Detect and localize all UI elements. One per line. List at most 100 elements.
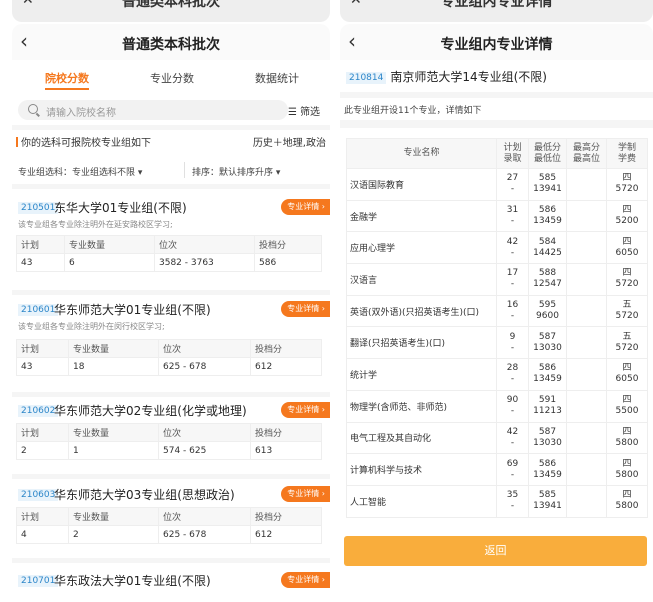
table-row: 汉语言 17-588 12547 四 5720 xyxy=(346,263,648,296)
header-count: 专业数量 xyxy=(68,507,159,526)
major-detail-button[interactable]: 专业详情 › xyxy=(281,199,330,215)
section-divider xyxy=(12,184,330,189)
major-detail-button[interactable]: 专业详情 › xyxy=(281,486,330,502)
cell-major-name: 汉语言 xyxy=(346,263,497,296)
table-row: 汉语国际教育 27-585 13941 四 5720 xyxy=(346,168,648,201)
cell-fee: 四 5800 xyxy=(606,453,648,486)
major-detail-button[interactable]: 专业详情 › xyxy=(281,572,330,588)
section-divider xyxy=(12,474,330,479)
previous-page-title: 专业组内专业详情 xyxy=(440,0,553,10)
group-name: 东华大学01专业组(不限) xyxy=(54,201,187,215)
filter-button[interactable]: ☰ 筛选 xyxy=(288,103,320,118)
cell-min: 591 11213 xyxy=(528,389,567,423)
cell-plan: 31- xyxy=(496,199,529,233)
header-plan: 计划 xyxy=(16,507,69,526)
cell-min: 584 14425 xyxy=(528,231,567,265)
group-subject-filter[interactable]: 专业组选科：专业组选科不限 ▾ xyxy=(18,165,142,178)
previous-page-header: ✕ 专业组内专业详情 xyxy=(340,0,653,22)
choice-caption: 你的选科可报院校专业组如下 xyxy=(21,138,151,149)
cell-fee: 四 6050 xyxy=(606,231,648,265)
cell-major-name: 翻译(只招英语考生)(口) xyxy=(346,326,497,360)
table-header-row: 专业名称 计划 录取 最低分 最低位 最高分 最高位 学制 学费 xyxy=(346,138,648,169)
cell-min: 586 13459 xyxy=(528,199,567,233)
cell-fee: 四 6050 xyxy=(606,358,648,391)
search-input[interactable]: 请输入院校名称 xyxy=(18,100,288,120)
subject-choice-row: 你的选科可报院校专业组如下 历史＋地理,政治 xyxy=(12,134,330,150)
cell-plan: 42- xyxy=(496,421,529,455)
cell-plan: 2 xyxy=(16,441,69,460)
group-code: 210602 xyxy=(18,405,59,417)
cell-major-name: 计算机科学与技术 xyxy=(346,453,497,486)
table-row: 翻译(只招英语考生)(口) 9-587 13030 五 5720 xyxy=(346,326,648,360)
header-rank: 位次 xyxy=(158,339,251,358)
header-plan: 计划 xyxy=(16,235,65,254)
cell-score: 613 xyxy=(250,441,322,460)
cell-plan: 4 xyxy=(16,525,69,544)
major-detail-button[interactable]: 专业详情 › xyxy=(281,402,330,418)
score-table: 计划 专业数量 位次 投档分 2 1 574 - 625 613 xyxy=(16,423,322,460)
cell-max xyxy=(566,358,607,391)
major-table: 专业名称 计划 录取 最低分 最低位 最高分 最高位 学制 学费 汉语国际教育 27-58… xyxy=(346,138,648,518)
cell-plan: 69- xyxy=(496,453,529,486)
major-detail-button[interactable]: 专业详情 › xyxy=(281,301,330,317)
left-screen: ✕ 普通类本科批次 ‹ 普通类本科批次 院校分数 专业分数 数据统计 请输入院校… xyxy=(12,0,330,602)
sort-selector[interactable]: 排序：默认排序升序 ▾ xyxy=(192,165,280,178)
cell-major-name: 统计学 xyxy=(346,358,497,391)
cell-rank: 3582 - 3763 xyxy=(154,253,255,272)
header-plan: 计划 录取 xyxy=(496,138,529,169)
cell-min: 585 13941 xyxy=(528,484,567,518)
cell-count: 6 xyxy=(64,253,155,272)
filter-icon: ☰ xyxy=(288,107,297,118)
cell-max xyxy=(566,453,607,486)
tab-statistics[interactable]: 数据统计 xyxy=(255,70,299,86)
cell-fee: 五 5720 xyxy=(606,294,648,328)
separator xyxy=(184,162,185,178)
cell-min: 586 13459 xyxy=(528,358,567,391)
tab-school-score[interactable]: 院校分数 xyxy=(45,70,89,86)
cell-max xyxy=(566,421,607,455)
cell-major-name: 汉语国际教育 xyxy=(346,168,497,201)
score-table: 计划 专业数量 位次 投档分 43 18 625 - 678 612 xyxy=(16,339,322,376)
cell-min: 585 13941 xyxy=(528,168,567,201)
cell-fee: 四 5720 xyxy=(606,263,648,296)
nav-bar: ‹ 普通类本科批次 xyxy=(12,24,330,60)
return-button[interactable]: 返回 xyxy=(344,536,647,566)
group-code: 210601 xyxy=(18,304,59,316)
page-title: 专业组内专业详情 xyxy=(440,37,553,53)
header-major-name: 专业名称 xyxy=(346,138,497,169)
table-row: 计算机科学与技术 69-586 13459 四 5800 xyxy=(346,453,648,486)
cell-major-name: 人工智能 xyxy=(346,484,497,518)
cell-max xyxy=(566,389,607,423)
header-score: 投档分 xyxy=(250,339,322,358)
school-group-card: 210603 华东师范大学03专业组(思想政治) 专业详情 › 计划 专业数量 … xyxy=(12,486,330,556)
header-max: 最高分 最高位 xyxy=(566,138,607,169)
cell-plan: 42- xyxy=(496,231,529,265)
group-name: 华东师范大学03专业组(思想政治) xyxy=(54,488,235,502)
cell-count: 18 xyxy=(68,357,159,376)
cell-rank: 625 - 678 xyxy=(158,357,251,376)
cell-fee: 五 5720 xyxy=(606,326,648,360)
cell-max xyxy=(566,168,607,201)
header-plan: 计划 xyxy=(16,339,69,358)
group-name: 华东师范大学01专业组(不限) xyxy=(54,303,211,317)
search-placeholder: 请输入院校名称 xyxy=(46,108,116,119)
table-row: 物理学(含师范、非师范) 90-591 11213 四 5500 xyxy=(346,389,648,423)
accent-bar xyxy=(16,137,18,147)
cell-major-name: 应用心理学 xyxy=(346,231,497,265)
page-title: 普通类本科批次 xyxy=(122,37,220,53)
tab-bar: 院校分数 专业分数 数据统计 xyxy=(12,64,330,92)
section-divider xyxy=(12,290,330,295)
score-table: 计划 专业数量 位次 投档分 4 2 625 - 678 612 xyxy=(16,507,322,544)
search-icon xyxy=(28,104,38,114)
header-fee: 学制 学费 xyxy=(606,138,648,169)
nav-bar: ‹ 专业组内专业详情 xyxy=(340,24,653,60)
cell-min: 595 9600 xyxy=(528,294,567,328)
group-name: 华东政法大学01专业组(不限) xyxy=(54,574,211,588)
group-code: 210603 xyxy=(18,489,59,501)
tab-major-score[interactable]: 专业分数 xyxy=(150,70,194,86)
cell-max xyxy=(566,484,607,518)
active-tab-indicator xyxy=(45,88,89,90)
cell-score: 586 xyxy=(254,253,322,272)
right-screen: ✕ 专业组内专业详情 ‹ 专业组内专业详情 210814 南京师范大学14专业组(… xyxy=(340,0,653,602)
table-row: 应用心理学 42-584 14425 四 6050 xyxy=(346,231,648,265)
